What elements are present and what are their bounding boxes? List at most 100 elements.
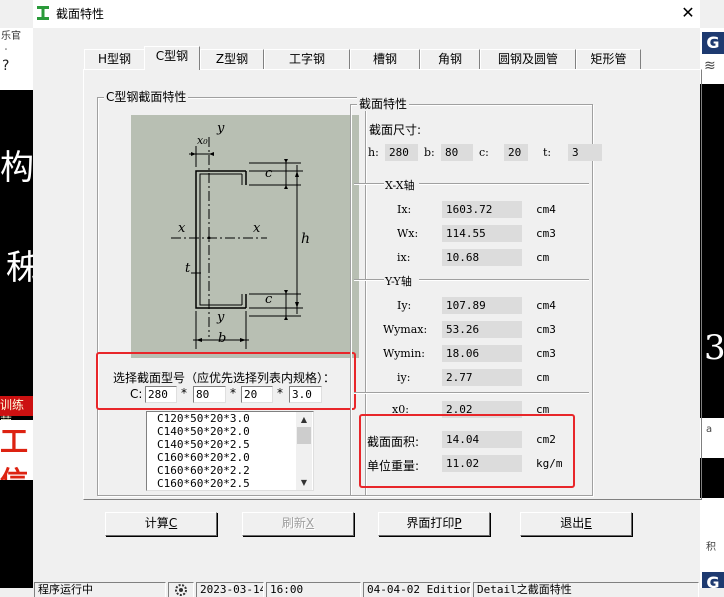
highlight-annotation-props: [359, 414, 575, 488]
iy-unit: cm4: [536, 299, 556, 312]
tab-angle[interactable]: 角钢: [420, 49, 480, 69]
highlight-annotation-select: [96, 352, 356, 410]
wx-unit: cm3: [536, 227, 556, 240]
wymin-unit: cm3: [536, 347, 556, 360]
background-glyph: 构: [0, 148, 33, 188]
button-hotkey: P: [454, 516, 462, 530]
divider: [419, 183, 589, 185]
dim-label-t: t: [185, 261, 191, 276]
list-item[interactable]: C140*50*20*2.5: [157, 438, 250, 451]
dim-label-b: b: [218, 331, 227, 346]
list-scrollbar[interactable]: ▲ ▼: [296, 412, 312, 490]
background-logo: G: [702, 32, 724, 54]
wymin-label: Wymin:: [383, 347, 426, 360]
print-button[interactable]: 界面打印P: [378, 512, 490, 536]
radius-x-value: 10.68: [442, 249, 522, 266]
background-question: ?: [0, 50, 33, 90]
status-gear-icon: [168, 582, 194, 597]
wx-label: Wx:: [397, 227, 419, 240]
scroll-down-icon[interactable]: ▼: [296, 475, 312, 490]
dim-label-h: h: [301, 231, 311, 247]
dim-t-value: 3: [568, 144, 602, 161]
radius-y-label: iy:: [397, 371, 411, 384]
c-section-diagram: y x₀ c x x h t c y b: [131, 115, 359, 358]
background-glyph: 秭: [6, 248, 33, 288]
yy-axis-title: Y-Y轴: [385, 275, 412, 288]
ix-label: Ix:: [397, 203, 412, 216]
list-item[interactable]: C120*50*20*3.0: [157, 412, 250, 425]
background-glyph: 3: [704, 328, 724, 368]
dims-label: 截面尺寸:: [369, 123, 422, 137]
background-text: a: [700, 418, 724, 458]
scroll-thumb[interactable]: [297, 427, 311, 444]
tab-i-beam[interactable]: 工字钢: [264, 49, 350, 69]
background-logo: G: [702, 572, 724, 588]
window-title: 截面特性: [56, 7, 105, 21]
button-label: 刷新: [281, 516, 306, 530]
tab-z-steel[interactable]: Z型钢: [200, 49, 264, 69]
xx-axis-title: X-X轴: [385, 179, 415, 192]
dim-c-label: c:: [479, 146, 489, 159]
button-label: 计算: [144, 516, 169, 530]
calculate-button[interactable]: 计算C: [105, 512, 217, 536]
radius-y-unit: cm: [536, 371, 550, 384]
tab-h-steel[interactable]: H型钢: [84, 49, 145, 69]
dim-t-label: t:: [543, 146, 552, 159]
background-app-right: ≋ G 3 a 积 G: [700, 28, 724, 588]
group-title: 截面特性: [357, 97, 410, 111]
spec-list[interactable]: C120*50*20*3.0 C140*50*20*2.0 C140*50*20…: [146, 411, 314, 491]
tab-round[interactable]: 圆钢及圆管: [480, 49, 576, 69]
button-hotkey: X: [305, 516, 315, 530]
status-time: 16:00: [266, 582, 361, 597]
dim-h-label: h:: [368, 146, 379, 159]
axis-label-y-bottom: y: [217, 310, 225, 325]
title-bar[interactable]: 截面特性 ✕: [33, 0, 700, 28]
close-icon[interactable]: ✕: [678, 3, 698, 23]
tab-channel[interactable]: 槽钢: [350, 49, 420, 69]
gear-icon: [175, 584, 187, 596]
axis-label-y-top: y: [217, 121, 225, 136]
button-label: 界面打印: [406, 516, 455, 530]
wymin-value: 18.06: [442, 345, 522, 362]
divider: [419, 279, 589, 281]
status-detail: Detail之截面特性: [473, 582, 699, 597]
refresh-button[interactable]: 刷新X: [242, 512, 354, 536]
c-section-drawing: [171, 137, 303, 349]
status-edition: 04-04-02 Edition: [363, 582, 471, 597]
status-date: 2023-03-14: [196, 582, 264, 597]
list-item[interactable]: C160*60*20*2.5: [157, 477, 250, 490]
dim-label-c-top: c: [265, 166, 273, 181]
exit-button[interactable]: 退出E: [520, 512, 632, 536]
ix-unit: cm4: [536, 203, 556, 216]
wymax-value: 53.26: [442, 321, 522, 338]
button-label: 退出: [560, 516, 585, 530]
list-item[interactable]: C140*50*20*2.0: [157, 425, 250, 438]
tab-rect-tube[interactable]: 矩形管: [576, 49, 641, 69]
button-hotkey: E: [584, 516, 592, 530]
background-app-left: 乐官 土 ? 构 秭 训练营 工信: [0, 28, 33, 588]
app-icon: [37, 6, 49, 20]
dim-b-label: b:: [424, 146, 435, 159]
wymax-label: Wymax:: [383, 323, 428, 336]
tab-c-steel[interactable]: C型钢: [144, 46, 200, 70]
button-hotkey: C: [168, 516, 178, 530]
divider: [354, 183, 384, 185]
scroll-up-icon[interactable]: ▲: [296, 412, 312, 427]
status-running: 程序运行中: [34, 582, 166, 597]
iy-label: Iy:: [397, 299, 412, 312]
background-toolbar-text: 乐官 土: [0, 28, 33, 60]
ix-value: 1603.72: [442, 201, 522, 218]
dim-h-value: 280: [385, 144, 418, 161]
list-item[interactable]: C160*60*20*2.2: [157, 464, 250, 477]
divider: [354, 279, 384, 281]
radius-y-value: 2.77: [442, 369, 522, 386]
dim-c-value: 20: [504, 144, 528, 161]
iy-value: 107.89: [442, 297, 522, 314]
wx-value: 114.55: [442, 225, 522, 242]
axis-label-x-right: x: [253, 221, 261, 236]
radius-x-label: ix:: [397, 251, 411, 264]
list-item[interactable]: C160*60*20*2.0: [157, 451, 250, 464]
divider: [354, 392, 589, 394]
dim-b-value: 80: [441, 144, 473, 161]
section-properties-dialog: 截面特性 ✕ H型钢 C型钢 Z型钢 工字钢 槽钢 角钢 圆钢及圆管 矩形管 C…: [33, 0, 702, 597]
